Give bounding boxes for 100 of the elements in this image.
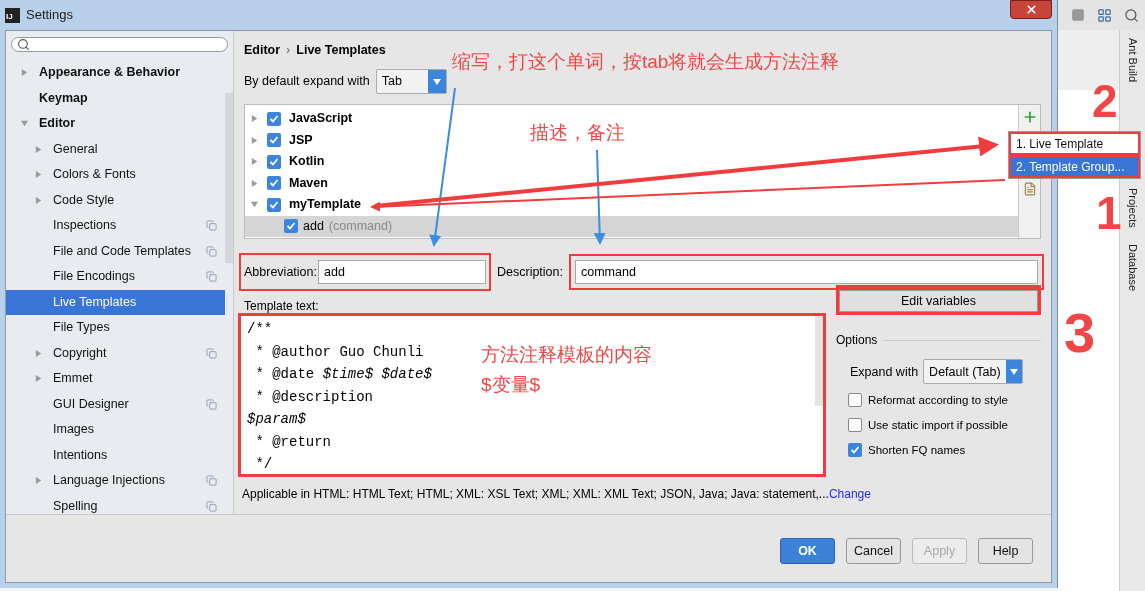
sidebar-item[interactable]: Intentions [6,442,225,468]
sidebar-item[interactable]: General [6,136,225,162]
checkbox[interactable] [267,176,281,191]
sidebar-item[interactable]: Language Injections [6,468,225,494]
search-icon [17,38,30,51]
breadcrumb-link[interactable]: Editor [244,40,281,60]
template-description: (command) [328,217,393,235]
check-icon [269,156,279,167]
breadcrumb-separator: › [286,41,291,59]
dropdown[interactable]: Default (Tab) [923,359,1024,385]
checkbox[interactable] [267,133,281,148]
sidebar-item[interactable]: GUI Designer [6,391,225,417]
code-line: * @description [254,387,374,407]
document-icon[interactable] [1022,182,1037,196]
sidebar-item[interactable]: Emmet [6,366,225,392]
checkbox[interactable] [848,418,862,433]
template-group-row[interactable]: myTemplate [245,194,361,216]
expand-arrow-icon[interactable] [250,200,259,210]
app-logo: IJ [5,7,20,23]
expand-arrow-icon[interactable] [250,157,259,167]
change-link[interactable]: Change [828,487,871,501]
check-icon [269,199,279,210]
menu-item[interactable]: 2. Template Group... [1009,155,1140,178]
code-line: $param$ [247,410,306,429]
sidebar-item[interactable]: Live Templates [6,289,225,315]
expand-arrow-icon[interactable] [250,114,259,124]
expand-arrow-icon[interactable] [20,119,29,129]
annotation-note: $变量$ [481,373,541,397]
edit-variables-button[interactable]: Edit variables [839,290,1038,313]
dialog-button[interactable]: Cancel [846,538,901,564]
checkbox[interactable] [267,111,281,126]
dropdown-arrow-icon [432,78,441,85]
sidebar-item[interactable]: File Types [6,315,225,341]
expand-arrow-icon[interactable] [34,374,43,384]
sidebar-item[interactable]: Colors & Fonts [6,162,225,188]
menu-item[interactable]: 1. Live Template [1009,132,1140,155]
description-field[interactable]: command [575,260,1038,284]
code-line: * @return [254,432,331,452]
expand-arrow-icon[interactable] [34,170,43,180]
option-checkbox[interactable]: Shorten FQ names [836,441,966,460]
close-button[interactable] [1010,0,1052,19]
dialog-button[interactable]: Help [978,538,1033,564]
sidebar-item[interactable]: Spelling [6,493,225,519]
expand-arrow-icon[interactable] [250,178,259,188]
annotation-note: 方法注释模板的内容 [481,343,652,367]
expand-arrow-icon[interactable] [34,348,43,358]
search-field[interactable] [11,37,228,52]
window-title: Settings [26,6,73,25]
tool-window-tab[interactable]: Database [1124,243,1141,291]
sidebar-item[interactable]: Inspections [6,213,225,239]
search-icon[interactable] [1124,7,1139,23]
tool-window-tab[interactable]: Projects [1124,188,1141,228]
group-name: Maven [289,174,328,192]
template-row[interactable]: add (command) [245,215,1018,237]
sidebar-item[interactable]: Code Style [6,187,225,213]
tool-window-tab[interactable]: Ant Build [1124,38,1141,83]
checkbox[interactable] [267,154,281,169]
stop-icon[interactable] [1071,8,1085,22]
expand-arrow-icon[interactable] [250,135,259,145]
checkbox[interactable] [848,443,862,458]
option-checkbox[interactable]: Reformat according to style [836,391,1008,410]
scrollbar[interactable] [815,316,823,406]
sidebar-item[interactable]: Keymap [6,85,225,111]
group-name: JavaScript [289,110,353,128]
option-checkbox[interactable]: Use static import if possible [836,416,1008,435]
dropdown-arrow-icon [1009,368,1018,375]
annotation-note: 描述，备注 [530,121,625,145]
dialog-button[interactable]: OK [780,538,835,564]
code-line: * @date $time$ $date$ [254,365,432,384]
template-group-row[interactable]: JSP [245,129,313,151]
template-group-row[interactable]: Kotlin [245,151,325,173]
section-title: Options [836,332,878,350]
step-number: 3 [1064,305,1096,361]
sidebar-item[interactable]: Copyright [6,340,225,366]
sidebar-item[interactable]: Images [6,417,225,443]
expand-arrow-icon[interactable] [34,144,43,154]
abbreviation-field[interactable]: add [318,260,486,284]
template-group-row[interactable]: JavaScript [245,108,353,130]
field-label: By default expand with [244,73,370,91]
sidebar-item[interactable]: File Encodings [6,264,225,290]
scrollbar[interactable] [225,93,233,263]
sidebar-item[interactable]: Appearance & Behavior [6,60,225,86]
expand-arrow-icon[interactable] [34,476,43,486]
group-name: JSP [289,131,313,149]
breadcrumb-current: Live Templates [296,41,386,59]
sidebar-item[interactable]: Editor [6,111,225,137]
dropdown[interactable]: Tab [375,69,447,94]
check-icon [269,178,279,189]
group-name: Kotlin [289,153,325,171]
check-icon [286,221,296,231]
step-number: 1 [1096,190,1122,236]
checkbox[interactable] [284,219,298,233]
checkbox[interactable] [267,197,281,212]
expand-arrow-icon[interactable] [20,68,29,78]
template-group-row[interactable]: Maven [245,172,328,194]
code-line: */ [254,455,273,474]
checkbox[interactable] [848,393,862,408]
expand-arrow-icon[interactable] [34,195,43,205]
sidebar-item[interactable]: File and Code Templates [6,238,225,264]
applicable-contexts: Applicable in HTML: HTML Text; HTML; XML: XSL Text; XML; XML: XML Text; JSON, Java; Java: statement,... [242,487,829,501]
